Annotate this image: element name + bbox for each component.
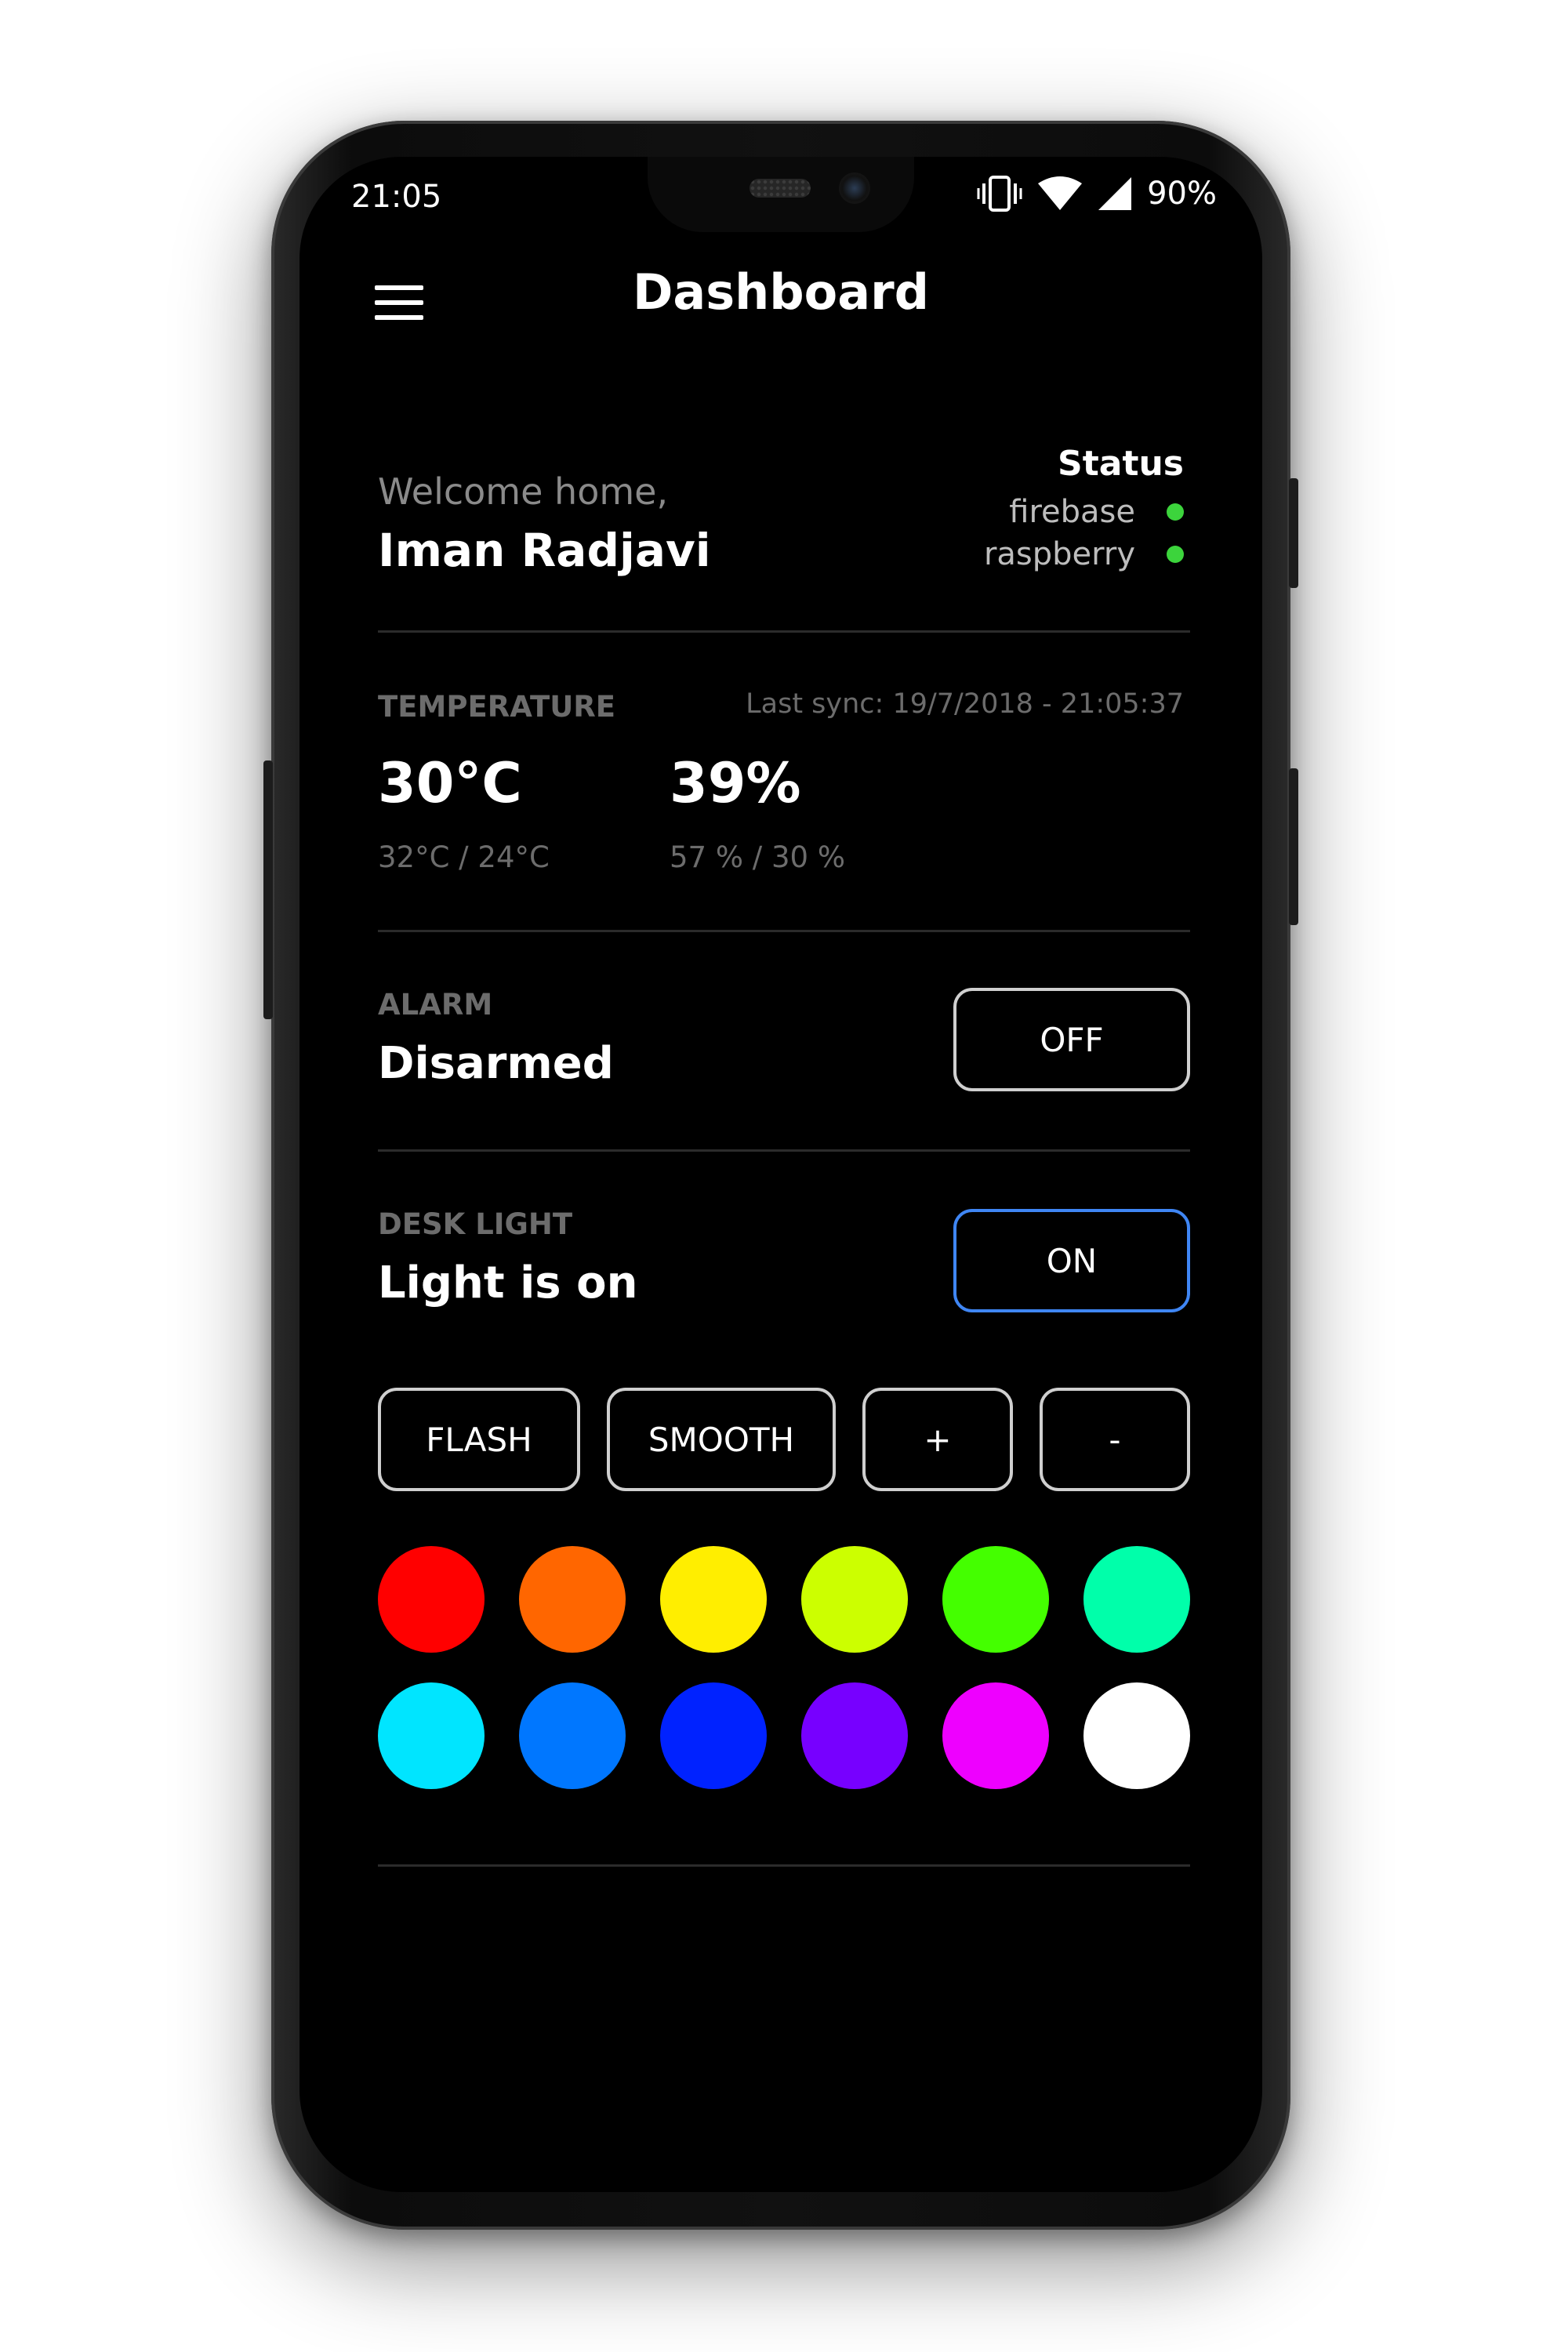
divider [378, 630, 1190, 633]
color-swatch[interactable] [1083, 1682, 1190, 1789]
smooth-button[interactable]: SMOOTH [607, 1388, 836, 1491]
welcome-greeting: Welcome home, [378, 470, 669, 513]
color-swatch[interactable] [660, 1682, 767, 1789]
vibrate-icon [977, 176, 1022, 212]
phone-volume-button [263, 760, 273, 1019]
last-sync-text: Last sync: 19/7/2018 - 21:05:37 [746, 688, 1184, 720]
notch [648, 157, 914, 232]
phone-power-button [1289, 768, 1298, 925]
color-swatch[interactable] [519, 1682, 626, 1789]
humidity-value: 39% [670, 751, 801, 815]
app-screen: 21:05 90% Dashboard Welcome home, Iman R… [299, 157, 1262, 2192]
temperature-label: TEMPERATURE [378, 690, 616, 724]
brightness-down-button[interactable]: - [1040, 1388, 1190, 1491]
desk-light-state: Light is on [378, 1258, 638, 1308]
divider [378, 1864, 1190, 1867]
color-swatch[interactable] [660, 1546, 767, 1653]
alarm-toggle-button[interactable]: OFF [953, 988, 1190, 1091]
battery-percentage: 90% [1147, 176, 1217, 212]
color-swatch[interactable] [942, 1682, 1049, 1789]
divider [378, 930, 1190, 932]
color-swatch[interactable] [942, 1546, 1049, 1653]
divider [378, 1149, 1190, 1152]
color-swatch[interactable] [801, 1546, 908, 1653]
brightness-up-button[interactable]: + [862, 1388, 1013, 1491]
speaker-grille [750, 179, 811, 198]
temperature-value: 30°C [378, 751, 522, 815]
alarm-state: Disarmed [378, 1038, 614, 1089]
status-item-label: raspberry [983, 536, 1135, 572]
front-camera [839, 172, 870, 204]
status-item-raspberry: raspberry [984, 536, 1184, 572]
color-swatch[interactable] [378, 1682, 485, 1789]
temperature-range: 32°C / 24°C [378, 840, 550, 874]
user-name: Iman Radjavi [378, 524, 711, 577]
status-item-firebase: firebase [1009, 494, 1184, 530]
color-swatch[interactable] [1083, 1546, 1190, 1653]
status-item-label: firebase [1009, 494, 1135, 530]
alarm-label: ALARM [378, 988, 493, 1022]
page-title: Dashboard [632, 263, 930, 321]
status-time: 21:05 [351, 179, 442, 215]
color-swatch[interactable] [519, 1546, 626, 1653]
cell-signal-icon [1098, 177, 1132, 210]
color-swatch[interactable] [801, 1682, 908, 1789]
humidity-range: 57 % / 30 % [670, 840, 845, 874]
status-icons: 90% [976, 176, 1217, 212]
status-online-indicator [1167, 503, 1184, 521]
status-title: Status [1058, 444, 1184, 484]
desk-light-label: DESK LIGHT [378, 1207, 573, 1241]
desk-light-toggle-button[interactable]: ON [953, 1209, 1190, 1312]
phone-side-button [1289, 478, 1298, 588]
flash-button[interactable]: FLASH [378, 1388, 580, 1491]
wifi-icon [1038, 176, 1083, 210]
color-swatch[interactable] [378, 1546, 485, 1653]
status-online-indicator [1167, 546, 1184, 563]
